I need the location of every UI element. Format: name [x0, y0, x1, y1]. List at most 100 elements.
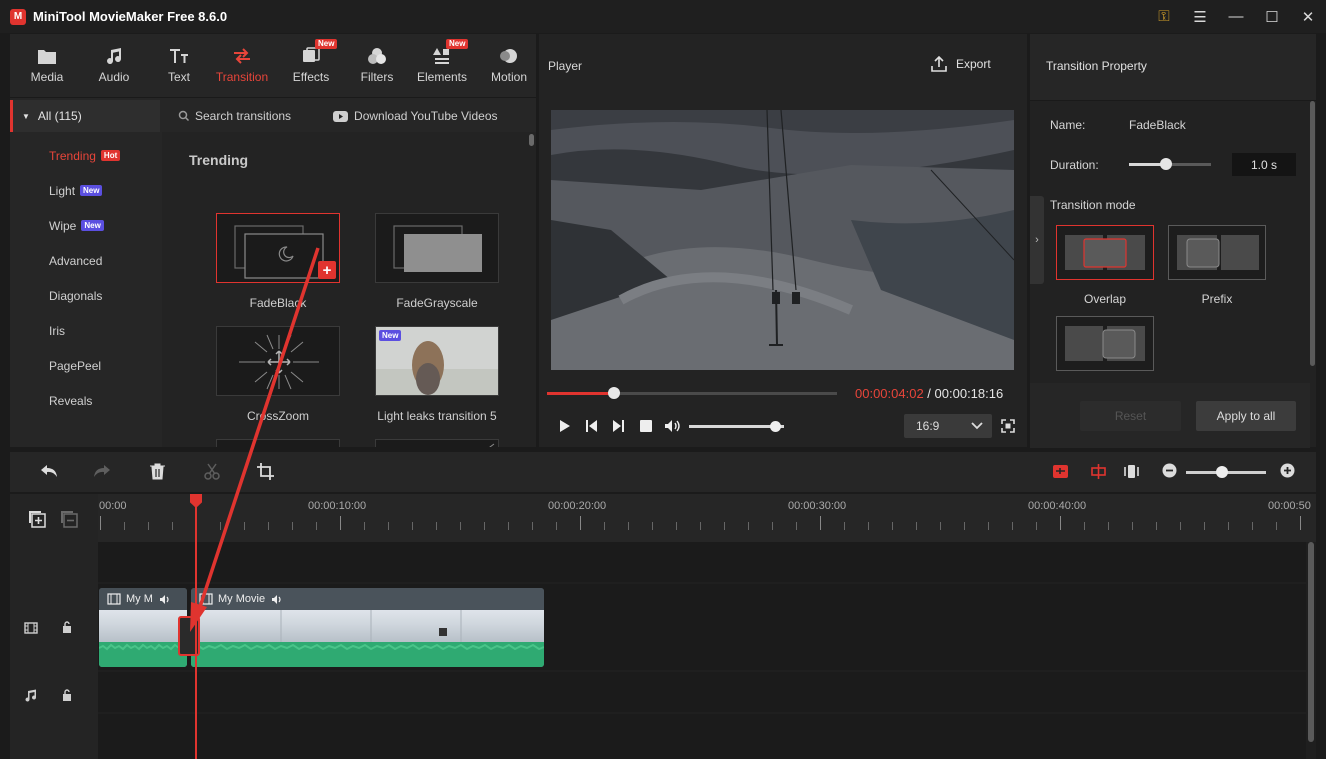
previous-frame-button[interactable] [578, 419, 605, 433]
property-scrollbar[interactable] [1310, 101, 1315, 366]
transition-label: FadeBlack [249, 296, 307, 310]
fullscreen-button[interactable] [1001, 419, 1015, 436]
remove-track-button[interactable] [60, 510, 78, 531]
minimize-button[interactable]: — [1218, 0, 1254, 33]
progress-fill [547, 392, 614, 395]
download-youtube-button[interactable]: Download YouTube Videos [333, 109, 498, 123]
mode-label: Overlap [1083, 292, 1127, 306]
library-scrollbar[interactable] [529, 134, 534, 146]
tab-audio[interactable]: Audio [82, 34, 146, 98]
timeline-scrollbar[interactable] [1308, 542, 1314, 742]
crop-button[interactable] [257, 463, 274, 483]
transition-thumb-partial[interactable] [216, 439, 340, 447]
ruler-tick [100, 516, 101, 530]
tab-transition[interactable]: Transition [210, 34, 274, 98]
ruler-tick [1036, 522, 1037, 530]
transition-light-leaks-5[interactable]: New [375, 326, 499, 396]
audio-track-row[interactable] [98, 672, 1306, 712]
category-reveals[interactable]: Reveals [10, 383, 160, 418]
category-iris[interactable]: Iris [10, 313, 160, 348]
transition-property-panel: Transition Property Name: FadeBlack Dura… [1030, 34, 1316, 448]
duration-input[interactable]: 1.0 s [1232, 153, 1296, 176]
category-all[interactable]: ▼ All (115) [10, 100, 160, 132]
main-toolbar: Media Audio Text Transition New Effects … [10, 34, 536, 98]
category-light[interactable]: Light New [10, 173, 160, 208]
ruler-tick [964, 522, 965, 530]
ruler-tick [172, 522, 173, 530]
ruler-tick [772, 522, 773, 530]
tab-elements[interactable]: New Elements [410, 34, 474, 98]
mode-overlap[interactable] [1056, 225, 1154, 280]
video-clip-1[interactable]: My M [99, 588, 187, 667]
next-frame-button[interactable] [605, 419, 632, 433]
crosszoom-preview-icon [239, 334, 319, 390]
collapse-panel-button[interactable]: › [1030, 196, 1044, 284]
transition-thumb-partial[interactable] [375, 439, 499, 447]
zoom-handle[interactable] [1216, 466, 1228, 478]
category-diagonals[interactable]: Diagonals [10, 278, 160, 313]
lock-icon[interactable] [62, 689, 72, 704]
current-time: 00:00:04:02 [855, 386, 924, 401]
volume-slider[interactable] [689, 421, 784, 432]
mode-prefix[interactable] [1168, 225, 1266, 280]
mode-postfix[interactable] [1056, 316, 1154, 371]
redo-button[interactable] [93, 463, 111, 482]
transition-preview-icon [217, 440, 341, 447]
volume-handle[interactable] [769, 421, 781, 432]
category-pagepeel[interactable]: PagePeel [10, 348, 160, 383]
redo-icon [94, 465, 110, 477]
lock-icon[interactable] [62, 621, 72, 636]
duration-slider[interactable] [1129, 158, 1211, 170]
zoom-in-button[interactable] [1280, 463, 1295, 481]
delete-button[interactable] [150, 463, 165, 483]
fit-timeline-button[interactable] [1123, 463, 1140, 483]
stop-button[interactable] [632, 420, 659, 432]
playhead[interactable] [195, 494, 197, 759]
aspect-ratio-select[interactable]: 16:9 [904, 414, 992, 438]
progress-slider[interactable] [547, 387, 837, 399]
snap-button[interactable] [1052, 463, 1069, 483]
tab-motion[interactable]: Motion [477, 34, 541, 98]
transition-fadegrayscale[interactable] [375, 213, 499, 283]
menu-icon[interactable]: ☰ [1182, 0, 1218, 33]
add-transition-button[interactable]: + [318, 261, 336, 279]
export-button[interactable]: Export [931, 56, 991, 72]
ruler-tick [1132, 522, 1133, 530]
tab-filters[interactable]: Filters [345, 34, 409, 98]
empty-track-row[interactable] [98, 714, 1306, 759]
split-button[interactable] [204, 463, 220, 483]
progress-handle[interactable] [607, 387, 620, 399]
elements-icon [432, 46, 452, 66]
maximize-button[interactable]: ☐ [1254, 0, 1290, 33]
close-button[interactable]: ✕ [1290, 0, 1326, 33]
search-input[interactable]: Search transitions [178, 109, 291, 123]
zoom-out-button[interactable] [1162, 463, 1177, 481]
category-wipe[interactable]: Wipe New [10, 208, 160, 243]
duration-handle[interactable] [1159, 158, 1172, 170]
volume-button[interactable] [659, 419, 686, 433]
tab-effects[interactable]: New Effects [279, 34, 343, 98]
key-icon[interactable]: ⚿ [1146, 0, 1182, 33]
category-sidebar: ▼ All (115) Trending Hot Light New Wipe … [10, 100, 160, 447]
add-track-button[interactable] [28, 510, 46, 531]
video-clip-2[interactable]: My Movie [191, 588, 544, 667]
volume-icon [159, 594, 169, 604]
play-button[interactable] [551, 419, 578, 433]
timeline-ruler[interactable]: 00:00 00:00:10:00 00:00:20:00 00:00:30:0… [98, 494, 1316, 542]
undo-button[interactable] [40, 463, 58, 482]
category-trending[interactable]: Trending Hot [10, 138, 160, 173]
category-advanced[interactable]: Advanced [10, 243, 160, 278]
apply-to-all-button[interactable]: Apply to all [1196, 401, 1296, 431]
split-view-button[interactable] [1090, 463, 1107, 483]
ruler-tick [580, 516, 581, 530]
tab-media[interactable]: Media [15, 34, 79, 98]
tab-text[interactable]: Text [147, 34, 211, 98]
zoom-slider[interactable] [1186, 466, 1266, 478]
transition-crosszoom[interactable] [216, 326, 340, 396]
skip-forward-icon [613, 420, 624, 432]
empty-track-row[interactable] [98, 542, 1306, 582]
ruler-tick [340, 516, 341, 530]
ruler-tick [484, 522, 485, 530]
reset-button[interactable]: Reset [1080, 401, 1181, 431]
video-preview[interactable] [551, 110, 1014, 370]
